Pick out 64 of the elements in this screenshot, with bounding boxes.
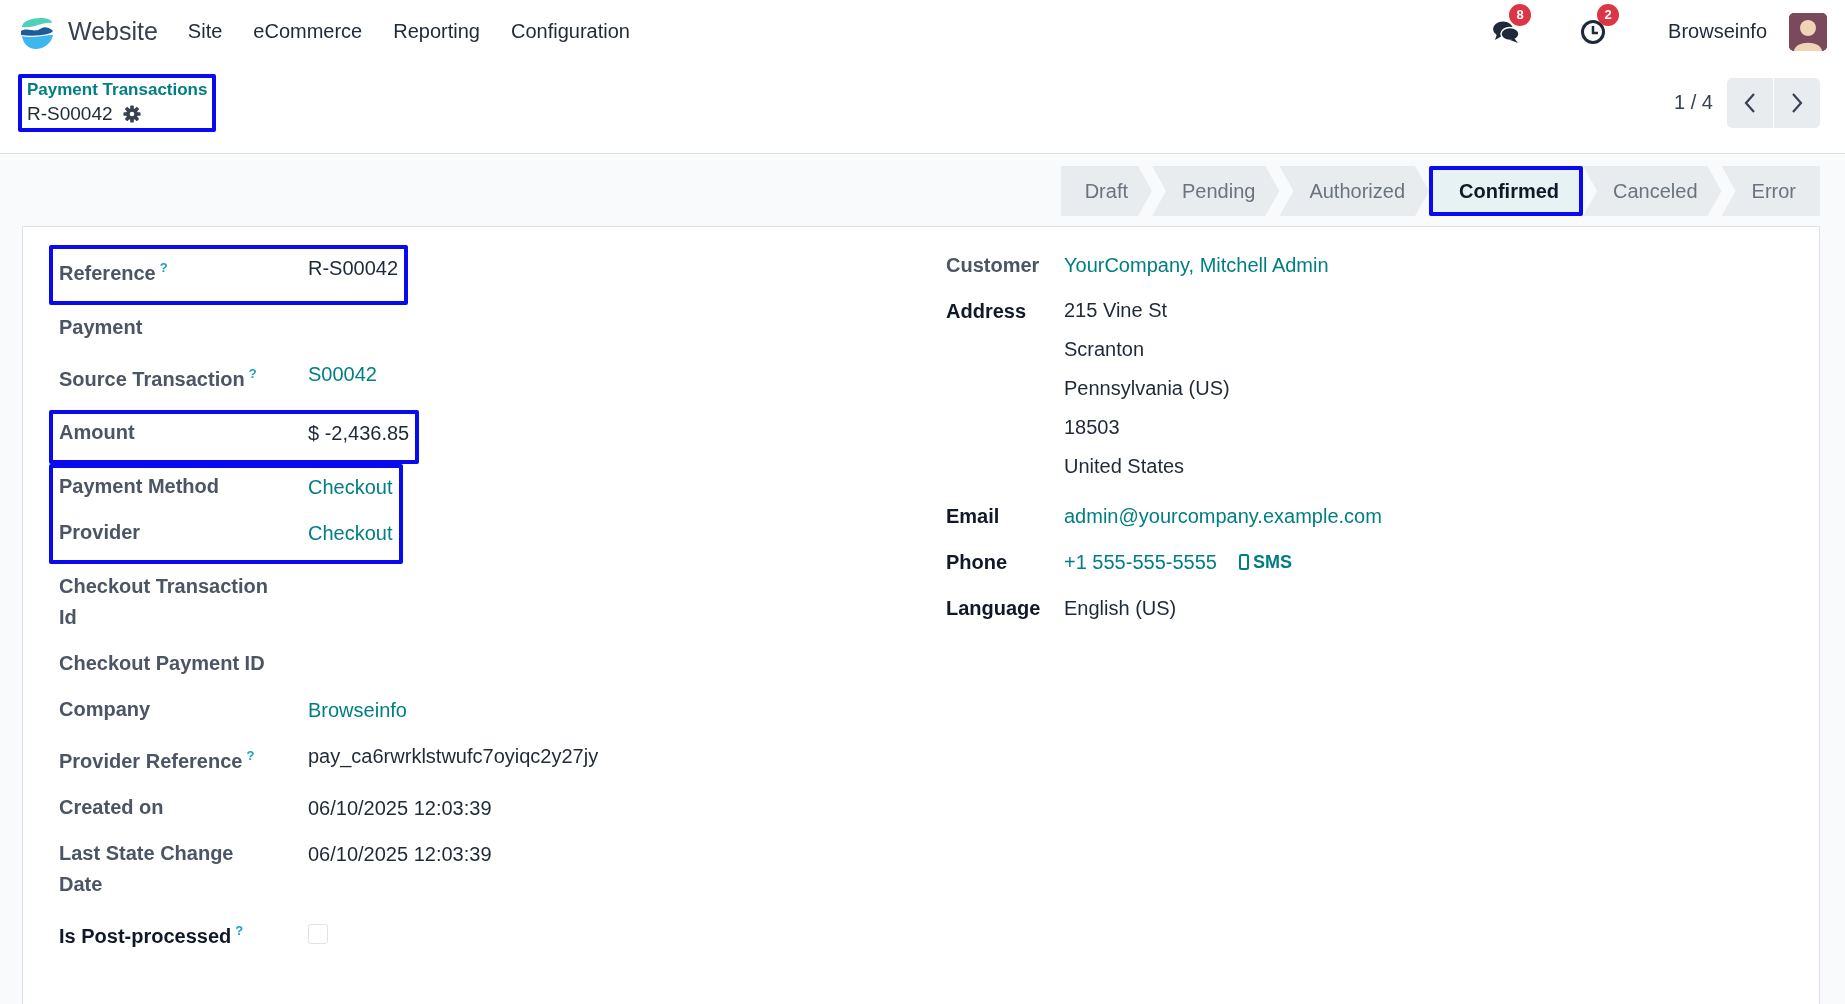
field-label: Checkout Transaction Id — [59, 574, 269, 631]
status-stage[interactable]: Confirmed — [1429, 166, 1584, 216]
field-label: Payment — [59, 314, 144, 340]
address-line: Scranton — [1064, 337, 1146, 362]
field-label: Company — [59, 697, 152, 723]
app-name[interactable]: Website — [68, 17, 158, 46]
clock-icon[interactable] — [1580, 18, 1607, 45]
field-label: Email — [946, 504, 1001, 529]
field-label: Source Transaction $^{?}$ — [59, 364, 258, 392]
notification-badge: 8 — [1509, 3, 1532, 26]
field-link[interactable]: Checkout — [308, 476, 393, 499]
status-stage[interactable]: Pending — [1152, 166, 1280, 216]
menu-item[interactable]: eCommerce — [253, 20, 363, 43]
checkbox[interactable] — [308, 923, 328, 944]
sms-button[interactable]: SMS — [1238, 551, 1292, 573]
field-label: Created on — [59, 794, 165, 820]
field-value: English (US) — [1064, 596, 1178, 621]
status-stage[interactable]: Authorized — [1279, 166, 1430, 216]
chat-icon[interactable] — [1492, 19, 1521, 44]
menu-item[interactable]: Site — [187, 20, 223, 43]
field-link[interactable]: S00042 — [308, 362, 377, 385]
field-label: Customer — [946, 253, 1041, 278]
phone-link[interactable]: +1 555-555-5555 — [1064, 546, 1217, 578]
record-title: R-S00042 — [27, 103, 113, 125]
status-stage[interactable]: Error — [1721, 166, 1820, 216]
breadcrumb-link[interactable]: Payment Transactions — [27, 80, 208, 100]
field-label: Phone — [946, 550, 1009, 575]
field-value: R-S00042 — [308, 257, 399, 279]
menu-item[interactable]: Configuration — [510, 20, 630, 43]
next-button[interactable] — [1774, 78, 1820, 128]
field-value: 06/10/2025 12:03:39 — [308, 842, 492, 865]
field-label: Language — [946, 596, 1042, 621]
field-label: Address — [946, 299, 1028, 324]
field-label: Is Post-processed $^{?}$ — [59, 921, 245, 949]
status-stage[interactable]: Draft — [1060, 166, 1152, 216]
address-line: United States — [1064, 454, 1186, 479]
field-label: Reference $^{?}$ — [59, 259, 169, 286]
notification-badge: 2 — [1597, 3, 1620, 26]
field-link[interactable]: Checkout — [308, 522, 393, 545]
pager-counter: 1 / 4 — [1674, 91, 1713, 114]
chevron-right-icon — [1790, 92, 1804, 114]
address-line: 215 Vine St — [1064, 298, 1169, 323]
field-label: Payment Method — [59, 474, 221, 500]
field-value: $ -2,436.85 — [308, 422, 410, 445]
field-label: Last State Change Date — [59, 840, 235, 897]
field-label: Amount — [59, 420, 136, 446]
chevron-left-icon — [1743, 92, 1757, 114]
avatar-icon[interactable] — [1789, 12, 1827, 51]
field-label: Checkout Payment ID — [59, 651, 266, 677]
menu-item[interactable]: Reporting — [393, 20, 480, 43]
address-line: 18503 — [1064, 415, 1121, 440]
address-line: Pennsylvania (US) — [1064, 376, 1231, 401]
field-link[interactable]: YourCompany, Mitchell Admin — [1064, 249, 1819, 281]
gear-icon[interactable] — [122, 105, 141, 123]
user-name[interactable]: Browseinfo — [1668, 20, 1767, 43]
previous-button[interactable] — [1727, 78, 1773, 128]
field-label: Provider Reference $^{?}$ — [59, 747, 256, 774]
status-stage[interactable]: Canceled — [1583, 166, 1722, 216]
field-value: pay_ca6rwrklstwufc7oyiqc2y27jy — [308, 745, 599, 768]
field-label: Provider — [59, 520, 142, 546]
field-link[interactable]: Browseinfo — [308, 699, 407, 722]
mobile-phone-icon — [1238, 554, 1249, 570]
field-value: 06/10/2025 12:03:39 — [308, 796, 492, 819]
field-link[interactable]: admin@yourcompany.example.com — [1064, 500, 1819, 532]
